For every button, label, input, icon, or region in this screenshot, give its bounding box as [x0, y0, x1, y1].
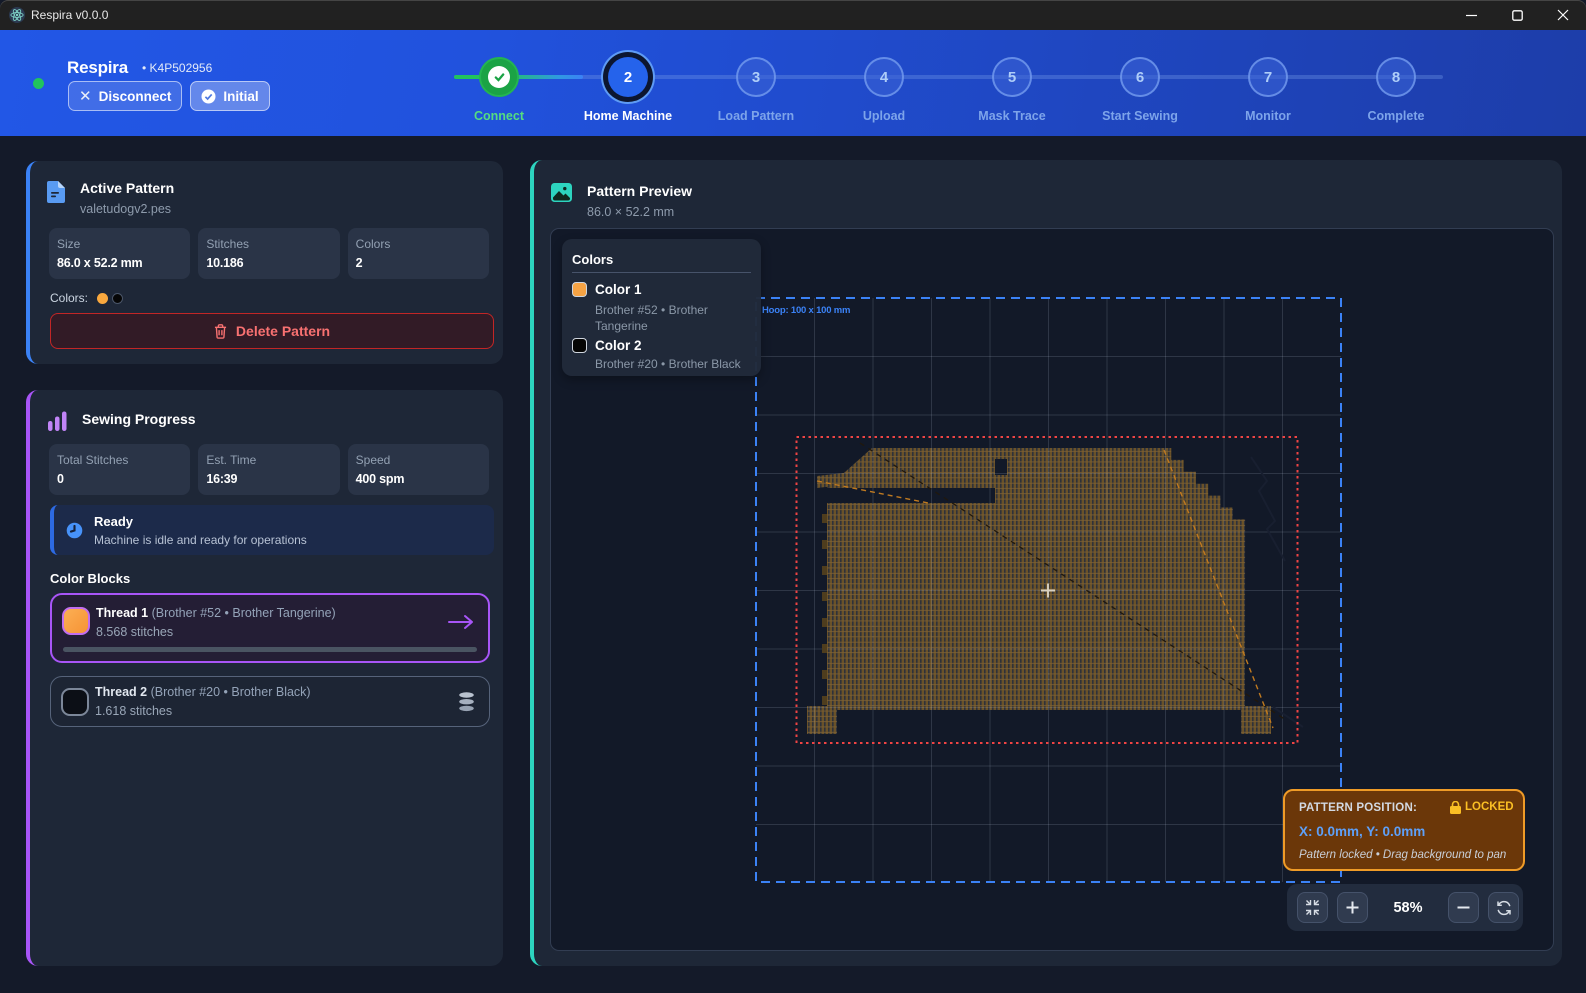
svg-text:Hoop: 100 x 100 mm: Hoop: 100 x 100 mm	[762, 305, 850, 316]
